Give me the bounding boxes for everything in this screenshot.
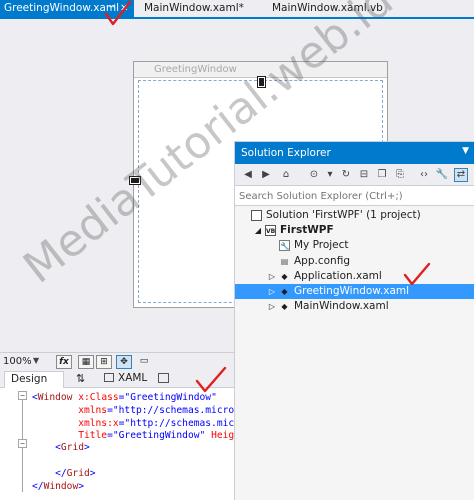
code-token: x:Class [72,392,119,403]
window-title-bar: GreetingWindow [134,62,387,78]
code-token: < [32,442,61,453]
code-line[interactable]: Title="GreetingWindow" Height=" [32,430,257,442]
red-check-mark-icon [195,366,227,393]
tree-item[interactable]: ▷ ◆ GreetingWindow.xaml [235,284,474,299]
code-token: Window [43,481,79,492]
show-all-files-icon[interactable]: ❐ [375,168,389,182]
annotation-icon[interactable]: ▭ [136,355,152,369]
collapse-all-icon[interactable]: ⊟ [357,168,371,182]
tab-design[interactable]: Design [4,371,64,388]
grid-toggle-icon[interactable]: ▦ [78,355,94,369]
tree-item[interactable]: Solution 'FirstWPF' (1 project) [235,208,474,223]
sync-with-active-document-icon[interactable]: ⇄ [454,168,468,182]
window-title: GreetingWindow [154,64,237,75]
code-line[interactable]: xmlns="http://schemas.microsoft [32,405,257,417]
tree-item[interactable]: 🔧 My Project [235,238,474,253]
tree-item[interactable]: ▷ ◆ MainWindow.xaml [235,299,474,314]
tree-item-label: Solution 'FirstWPF' (1 project) [266,209,421,221]
solution-explorer-panel: Solution Explorer ▼ ◀ ▶ ⌂ ⊙ ▾ ↻ ⊟ ❐ ⎘ ‹›… [234,141,474,500]
solution-icon [251,210,262,221]
collapse-pane-icon[interactable] [158,373,169,383]
tree-item-label: FirstWPF [280,224,334,237]
code-line[interactable]: <Grid> [32,442,90,454]
code-token: xmlns [32,405,108,416]
code-token: Grid [60,442,84,453]
xaml-code-editor[interactable]: − − <Window x:Class="GreetingWindow" xml… [0,388,269,500]
chevron-down-icon[interactable]: ▼ [33,356,39,365]
code-line[interactable]: <Window x:Class="GreetingWindow" [32,392,217,404]
resize-handle-left[interactable] [129,176,141,185]
snap-to-grid-icon[interactable]: ⊞ [96,355,112,369]
code-token: Window [37,392,73,403]
tree-item[interactable]: ▤ App.config [235,254,474,269]
tab-xaml-label: XAML [118,372,148,384]
code-token: ="GreetingWindow" [107,430,206,441]
forward-icon[interactable]: ▶ [259,168,273,182]
expander-arrow-icon[interactable]: ▷ [267,269,277,284]
chevron-down-icon[interactable]: ▼ [462,146,469,156]
tab-label: GreetingWindow.xaml [4,2,120,14]
tab-xaml[interactable]: XAML [100,371,147,388]
chevron-down-icon[interactable]: ▾ [323,168,337,182]
tab-main-window-xaml-vb[interactable]: MainWindow.xaml.vb [268,0,383,17]
code-token: > [84,442,90,453]
solution-tree: Solution 'FirstWPF' (1 project) ◢ VB FirstW… [235,206,474,366]
code-token: Grid [66,468,90,479]
search-input[interactable] [239,189,459,203]
code-token: xmlns:x [32,418,119,429]
collapse-grid-icon[interactable]: − [18,439,27,448]
tab-label: MainWindow.xaml* [144,2,244,14]
code-line[interactable]: </Grid> [32,468,96,480]
code-token: > [78,481,84,492]
tree-item-label: MainWindow.xaml [294,300,389,313]
snap-to-snaplines-icon[interactable]: ✥ [116,355,132,369]
config-file-icon: ▤ [280,256,289,266]
wrench-icon: 🔧 [279,240,290,252]
code-token: Title [32,430,108,441]
swap-panes-icon[interactable]: ⇅ [76,372,85,385]
red-check-mark-icon [403,262,431,286]
effects-toggle-button[interactable]: fx [56,355,72,369]
copy-icon[interactable]: ⎘ [393,168,407,182]
zoom-level[interactable]: 100% [3,356,32,367]
tree-item[interactable]: ◢ VB FirstWPF [235,223,474,238]
tab-design-label: Design [11,373,48,385]
home-icon[interactable]: ⌂ [279,168,293,182]
code-token: </ [32,481,44,492]
properties-wrench-icon[interactable]: 🔧 [435,168,449,182]
refresh-icon[interactable]: ↻ [339,168,353,182]
vb-project-icon: VB [265,225,276,237]
code-token: </ [32,468,67,479]
view-code-icon[interactable]: ‹› [417,168,431,182]
red-check-mark-icon [104,0,132,26]
expander-arrow-icon[interactable]: ◢ [253,223,263,238]
pending-changes-icon[interactable]: ⊙ [307,168,321,182]
tree-item-label: App.config [294,254,350,267]
tree-item-label: GreetingWindow.xaml [294,285,410,297]
tree-item-label: My Project [294,239,349,252]
tab-main-window-xaml[interactable]: MainWindow.xaml* [140,0,244,17]
editor-gutter [0,388,16,500]
expander-arrow-icon[interactable]: ▷ [267,299,277,314]
solution-explorer-toolbar: ◀ ▶ ⌂ ⊙ ▾ ↻ ⊟ ❐ ⎘ ‹› 🔧 ⇄ [235,164,474,186]
document-tab-bar: GreetingWindow.xaml ⊣ ✕ MainWindow.xaml*… [0,0,474,19]
solution-search-box[interactable] [235,186,474,206]
xaml-file-icon: ◆ [281,302,288,312]
code-line[interactable]: </Window> [32,481,84,493]
xaml-file-icon: ◆ [281,287,288,296]
xaml-view-icon [104,373,114,382]
back-icon[interactable]: ◀ [241,168,255,182]
tab-label: MainWindow.xaml.vb [272,2,383,14]
code-token: > [89,468,96,479]
expander-arrow-icon[interactable]: ▷ [267,284,277,299]
tree-item-label: Application.xaml [294,269,382,282]
solution-explorer-header: Solution Explorer ▼ [235,142,474,164]
tree-item[interactable]: ▷ ◆ Application.xaml [235,269,474,284]
panel-title: Solution Explorer [241,147,331,159]
collapse-window-icon[interactable]: − [18,391,27,400]
resize-handle-top[interactable] [257,76,266,88]
xaml-file-icon: ◆ [281,271,288,281]
